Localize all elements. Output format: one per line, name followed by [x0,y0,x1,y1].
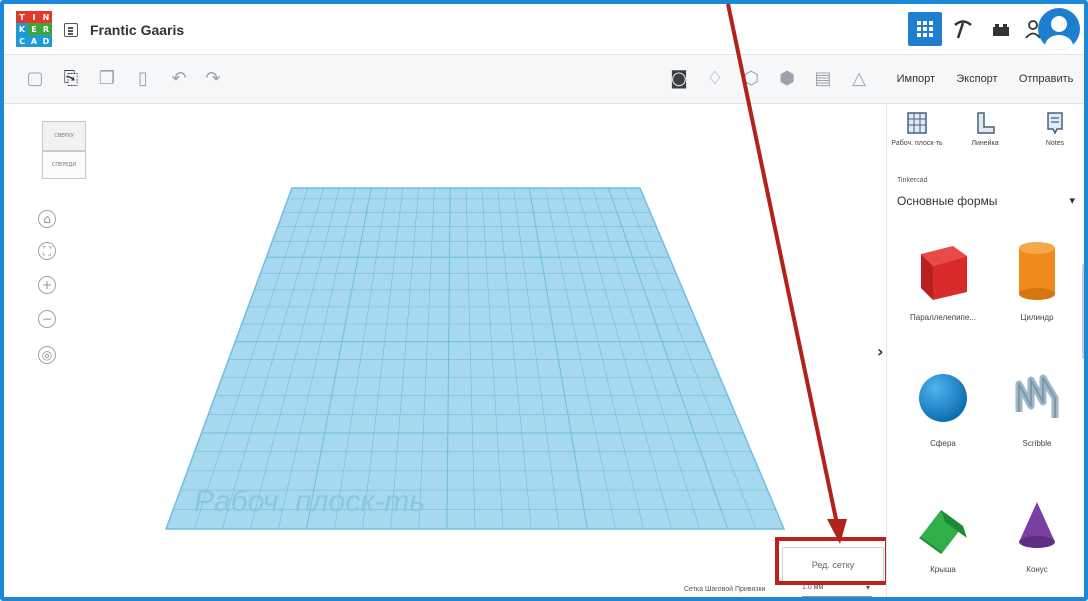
workplane-grid[interactable]: Рабоч. плоск-ть [4,104,886,601]
zoom-in-icon[interactable]: + [38,276,56,294]
export-button[interactable]: Экспорт [956,73,997,85]
cylinder-shape-icon [1019,242,1055,300]
delete-icon[interactable]: ▯ [134,69,152,89]
undo-icon[interactable]: ↶ [170,69,188,89]
home-view-icon[interactable]: ⌂ [38,210,56,228]
design-title[interactable]: Frantic Gaaris [90,22,184,38]
redo-icon[interactable]: ↷ [204,69,222,89]
scribble-shape-icon [1015,374,1059,418]
avatar[interactable] [1038,8,1080,50]
shape-category-select[interactable]: Основные формы [893,188,1079,214]
shape-sphere[interactable]: Сфера [905,366,981,448]
fit-view-icon[interactable]: ⛶ [38,242,56,260]
zoom-out-icon[interactable]: − [38,310,56,328]
duplicate-icon[interactable]: ❐ [98,69,116,89]
title-bar: T I N K E R C A D Frantic Gaaris [4,4,1084,55]
notes-icon [1047,112,1063,135]
cone-shape-icon [1019,502,1055,548]
import-export-actions: Импорт Экспорт Отправить [886,55,1084,103]
light-bulb-icon[interactable]: ♢ [706,69,724,89]
align-icon[interactable]: ▤ [814,69,832,89]
viewcube-front-face[interactable]: СПЕРЕДИ [42,151,86,179]
shape-cone[interactable]: Конус [999,496,1075,574]
group-icon[interactable]: ⬡ [742,69,760,89]
collapse-panel-icon[interactable]: › [877,342,884,361]
shape-box[interactable]: Параллелепипе... [905,236,981,322]
workplane-label: Рабоч. плоск-ть [194,485,425,518]
snap-grid-select[interactable]: 1.0 мм [802,583,872,597]
mirror-icon[interactable]: △ [850,69,868,89]
notes-toggle-icon[interactable]: ◙ [670,69,688,89]
notes-tool[interactable]: Notes [1027,110,1083,147]
panel-scrollbar[interactable] [1082,264,1084,359]
toolbar: ▢ ⎘ ❐ ▯ ↶ ↷ ◙ ♢ ⬡ ⬢ ▤ △ Импорт Экспорт О… [4,55,1084,104]
app-window: T I N K E R C A D Frantic Gaaris ▢ ⎘ ❐ ▯… [0,0,1088,601]
shape-cylinder[interactable]: Цилиндр [999,236,1075,322]
tinkercad-logo[interactable]: T I N K E R C A D [16,11,52,47]
box-shape-icon [921,246,967,300]
workspace-canvas[interactable]: Рабоч. плоск-ть [4,104,886,601]
shape-roof[interactable]: Крыша [905,496,981,574]
category-source-label: Tinkercad [897,177,928,184]
roof-shape-icon [919,510,967,554]
codeblocks-button[interactable] [946,12,980,46]
annotation-highlight-box [775,537,889,585]
snap-grid-label: Сетка Шаговой Привязки [684,586,766,593]
grid-icon [917,21,933,37]
sphere-shape-icon [919,374,967,422]
import-button[interactable]: Импорт [897,73,935,85]
workplane-icon [907,112,927,134]
paste-icon[interactable]: ⎘ [62,69,80,89]
3d-view-button[interactable] [908,12,942,46]
viewcube-top-face[interactable]: СВЕРХУ [42,121,86,151]
ruler-icon [977,112,995,134]
copy-icon[interactable]: ▢ [26,69,44,89]
shape-scribble[interactable]: Scribble [999,366,1075,448]
send-button[interactable]: Отправить [1019,73,1074,85]
ruler-tool[interactable]: Линейка [957,110,1013,147]
design-list-icon[interactable] [64,23,78,37]
shapes-panel: Рабоч. плоск-ть Линейка Notes Tinkercad … [886,104,1084,597]
bricks-button[interactable] [984,12,1018,46]
workplane-tool[interactable]: Рабоч. плоск-ть [889,110,945,147]
perspective-icon[interactable]: ◎ [38,346,56,364]
view-cube[interactable]: СВЕРХУ СПЕРЕДИ [40,119,88,181]
pickaxe-icon [954,20,972,39]
ungroup-icon[interactable]: ⬢ [778,69,796,89]
brick-icon [993,24,1009,36]
